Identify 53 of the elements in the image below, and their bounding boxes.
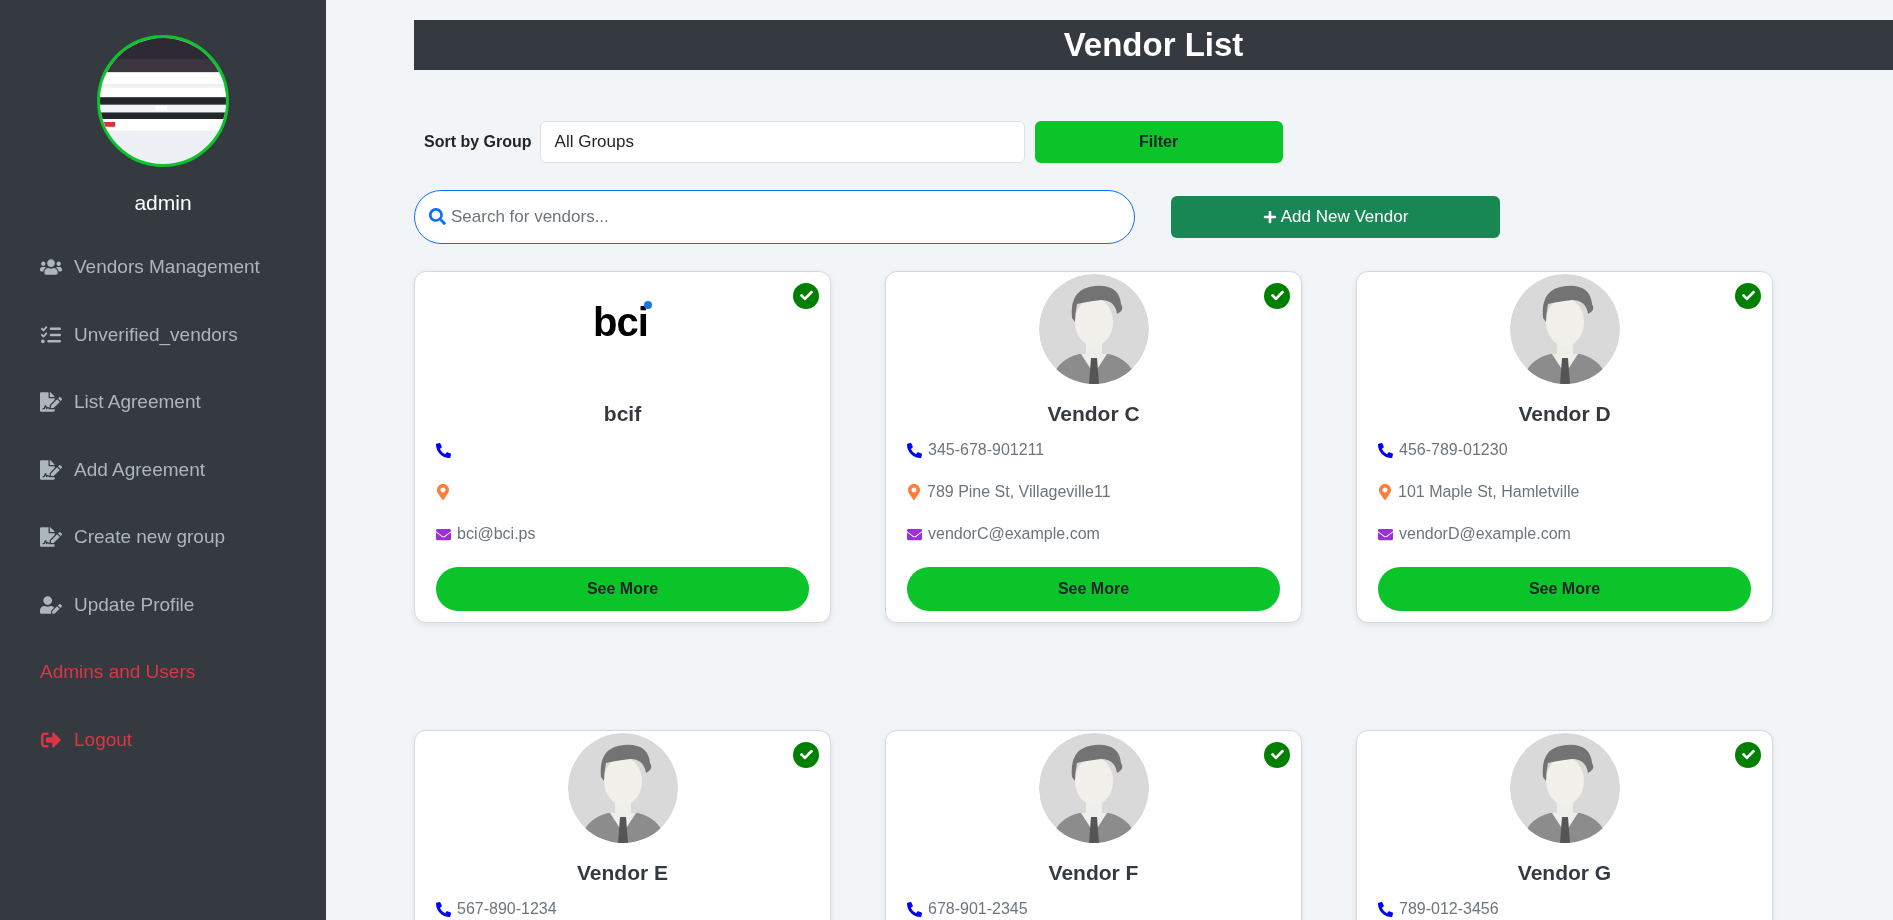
location-icon — [907, 484, 921, 500]
plus-icon — [1262, 209, 1277, 224]
sidebar-item[interactable]: Add Agreement — [40, 436, 326, 504]
email-icon — [907, 526, 922, 542]
location-icon — [436, 484, 450, 500]
vendor-name: Vendor F — [1047, 859, 1140, 886]
phone-number: 789-012-3456 — [1399, 899, 1499, 919]
signed-document-icon — [40, 392, 62, 413]
phone-icon — [907, 442, 922, 458]
sidebar-item[interactable]: Create new group — [40, 503, 326, 571]
phone-icon — [436, 442, 451, 458]
sidebar-item[interactable]: Vendors Management — [40, 233, 326, 301]
checklist-icon — [40, 324, 62, 345]
filter-button[interactable]: Filter — [1034, 120, 1283, 163]
address: 101 Maple St, Hamletville — [1398, 482, 1580, 502]
vendor-name: Vendor C — [1046, 400, 1141, 427]
vendor-name: bcif — [602, 400, 643, 427]
phone-icon — [1378, 442, 1393, 458]
phone-number: 567-890-1234 — [457, 899, 557, 919]
email-address: bci@bci.ps — [457, 524, 536, 544]
see-more-button[interactable]: See More — [1378, 567, 1751, 611]
vendor-name: Vendor D — [1517, 400, 1612, 427]
profile-name: admin — [134, 190, 192, 216]
page-title: Vendor List — [1063, 25, 1244, 65]
search-icon — [429, 207, 446, 225]
email-address: vendorC@example.com — [928, 524, 1100, 544]
people-icon — [40, 257, 62, 278]
email-icon — [1378, 526, 1393, 542]
signed-document-icon — [40, 527, 62, 548]
email-icon — [436, 526, 451, 542]
company-logo: bci — [593, 296, 652, 347]
phone-number: 678-901-2345 — [928, 899, 1028, 919]
vendor-name: Vendor E — [576, 859, 669, 886]
sidebar-item[interactable]: Update Profile — [40, 571, 326, 639]
phone-icon — [907, 901, 922, 917]
see-more-button[interactable]: See More — [436, 567, 809, 611]
address: 789 Pine St, Villageville11 — [927, 482, 1111, 502]
phone-number: 345-678-901211 — [928, 440, 1045, 460]
group-select[interactable]: All Groups — [539, 120, 1025, 163]
sidebar-item[interactable]: List Agreement — [40, 368, 326, 436]
sidebar-item[interactable]: Unverified_vendors — [40, 301, 326, 369]
location-icon — [1378, 484, 1392, 500]
phone-icon — [1378, 901, 1393, 917]
phone-number: 456-789-01230 — [1399, 440, 1508, 460]
add-vendor-button[interactable]: Add New Vendor — [1171, 195, 1500, 238]
vendor-name: Vendor G — [1516, 859, 1613, 886]
phone-icon — [436, 901, 451, 917]
filter-label: Sort by Group — [424, 131, 532, 152]
see-more-button[interactable]: See More — [907, 567, 1280, 611]
signed-document-icon — [40, 459, 62, 480]
user-edit-icon — [40, 594, 62, 615]
search-field[interactable]: Search for vendors... — [414, 189, 1135, 244]
email-address: vendorD@example.com — [1399, 524, 1571, 544]
